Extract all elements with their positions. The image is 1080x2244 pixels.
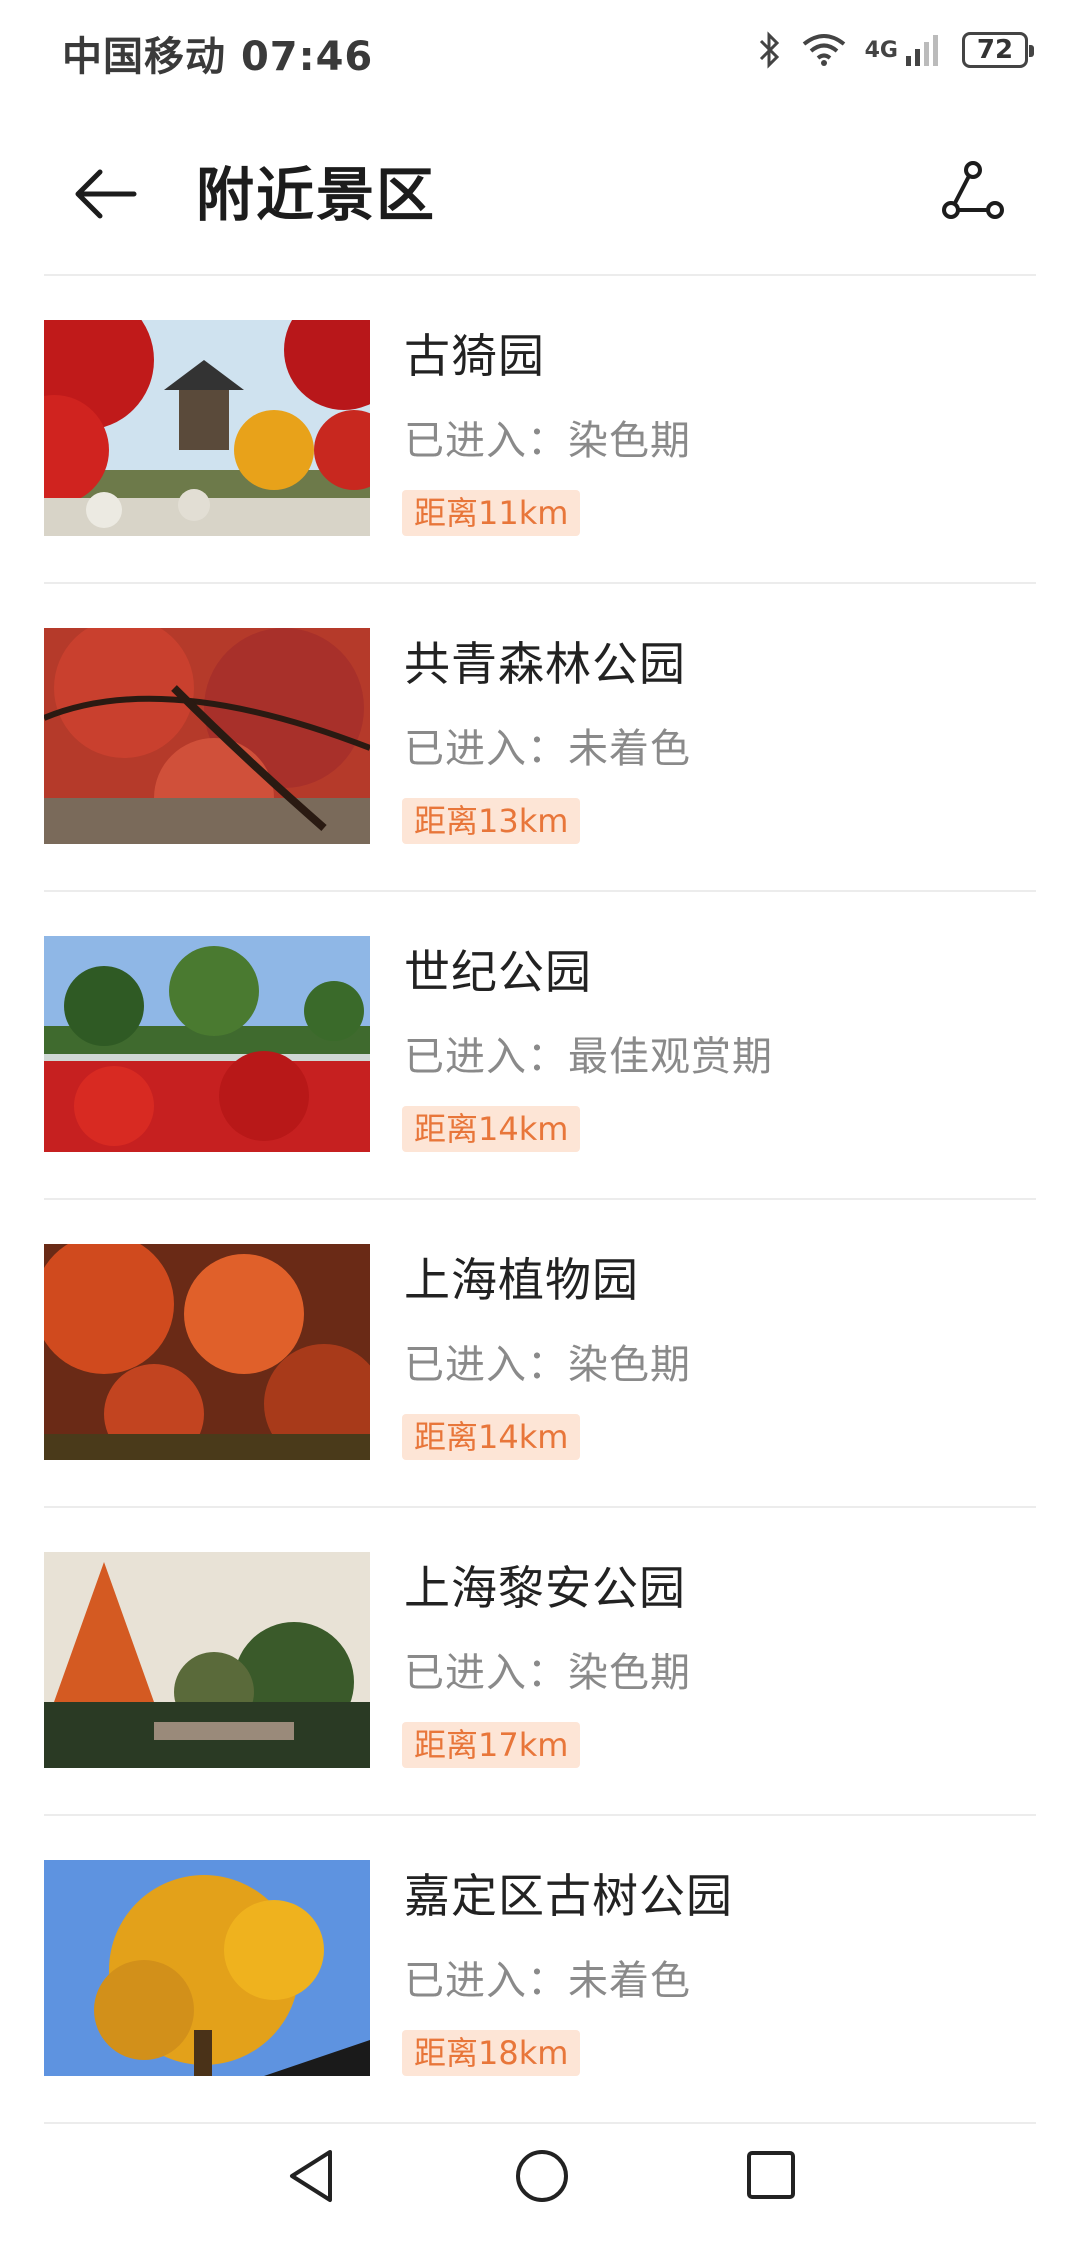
route-icon[interactable]	[938, 156, 1008, 226]
clock: 07:46	[240, 34, 374, 80]
scenic-photo	[44, 1552, 370, 1768]
page-title: 附近景区	[196, 161, 437, 229]
stage-prefix: 已进入：	[404, 1034, 568, 1080]
list-item[interactable]: 古猗园 已进入：染色期 距离11km	[44, 276, 1036, 584]
scenic-photo	[44, 1860, 370, 2076]
carrier-time: 中国移动 07:46	[62, 24, 373, 82]
stage-prefix: 已进入：	[404, 1958, 568, 2004]
battery-level: 72	[976, 35, 1014, 65]
system-nav-bar	[0, 2120, 1080, 2244]
scenic-stage: 已进入：未着色	[404, 716, 691, 774]
scenic-stage: 已进入：染色期	[404, 1332, 691, 1390]
scenic-name: 上海植物园	[404, 1253, 639, 1307]
list-item[interactable]: 世纪公园 已进入：最佳观赏期 距离14km	[44, 892, 1036, 1200]
scenic-name: 上海黎安公园	[404, 1561, 686, 1615]
signal-icon	[906, 35, 938, 66]
bluetooth-icon	[759, 31, 779, 69]
network-type: 4G	[864, 37, 898, 63]
nav-recent-icon[interactable]	[746, 2150, 796, 2200]
nav-back-icon[interactable]	[284, 2146, 338, 2206]
scenic-stage: 已进入：未着色	[404, 1948, 691, 2006]
distance-badge: 距离13km	[402, 798, 581, 844]
scenic-name: 嘉定区古树公园	[404, 1869, 733, 1923]
stage-prefix: 已进入：	[404, 726, 568, 772]
list-item[interactable]: 上海植物园 已进入：染色期 距离14km	[44, 1200, 1036, 1508]
stage-value: 染色期	[568, 418, 691, 464]
scenic-stage: 已进入：染色期	[404, 1640, 691, 1698]
app-header: 附近景区	[0, 128, 1080, 248]
distance-badge: 距离14km	[402, 1414, 581, 1460]
stage-value: 最佳观赏期	[568, 1034, 773, 1080]
scenic-name: 世纪公园	[404, 945, 592, 999]
stage-prefix: 已进入：	[404, 1342, 568, 1388]
scenic-photo	[44, 320, 370, 536]
stage-value: 染色期	[568, 1342, 691, 1388]
scenic-photo	[44, 936, 370, 1152]
scenic-list: 古猗园 已进入：染色期 距离11km 共青森林公园 已进入：未着色 距离13km	[44, 276, 1036, 2124]
wifi-icon	[802, 34, 845, 66]
battery-icon: 72	[962, 32, 1034, 68]
stage-value: 未着色	[568, 1958, 691, 2004]
stage-prefix: 已进入：	[404, 418, 568, 464]
scenic-stage: 已进入：染色期	[404, 408, 691, 466]
scenic-name: 古猗园	[404, 329, 545, 383]
scenic-photo	[44, 1244, 370, 1460]
scenic-stage: 已进入：最佳观赏期	[404, 1024, 773, 1082]
stage-prefix: 已进入：	[404, 1650, 568, 1696]
scenic-name: 共青森林公园	[404, 637, 686, 691]
distance-badge: 距离17km	[402, 1722, 581, 1768]
distance-badge: 距离11km	[402, 490, 581, 536]
status-icons: 4G 72	[757, 26, 1034, 74]
carrier-name: 中国移动	[62, 34, 226, 80]
list-item[interactable]: 嘉定区古树公园 已进入：未着色 距离18km	[44, 1816, 1036, 2124]
back-arrow-icon[interactable]	[68, 156, 144, 232]
distance-badge: 距离14km	[402, 1106, 581, 1152]
stage-value: 染色期	[568, 1650, 691, 1696]
nav-home-icon[interactable]	[514, 2148, 570, 2204]
status-bar: 中国移动 07:46 4G 72	[0, 0, 1080, 100]
list-item[interactable]: 上海黎安公园 已进入：染色期 距离17km	[44, 1508, 1036, 1816]
stage-value: 未着色	[568, 726, 691, 772]
list-item[interactable]: 共青森林公园 已进入：未着色 距离13km	[44, 584, 1036, 892]
scenic-photo	[44, 628, 370, 844]
distance-badge: 距离18km	[402, 2030, 581, 2076]
